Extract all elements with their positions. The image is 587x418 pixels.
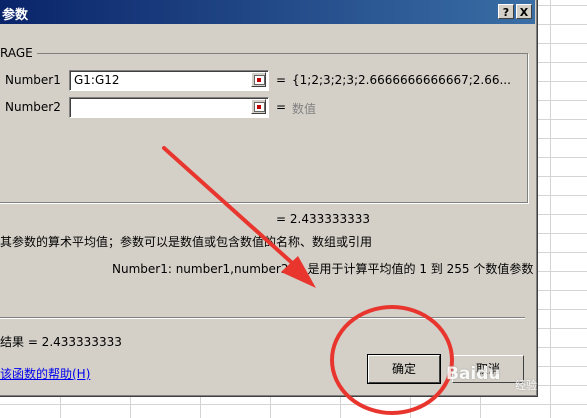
watermark-logo: Baidu <box>446 364 501 384</box>
red-arrow-head <box>281 256 316 288</box>
red-arrow-line <box>162 146 302 272</box>
red-circle-highlight <box>330 305 454 415</box>
watermark-sub: 经验 <box>515 379 537 392</box>
annotation-overlay <box>162 146 454 415</box>
